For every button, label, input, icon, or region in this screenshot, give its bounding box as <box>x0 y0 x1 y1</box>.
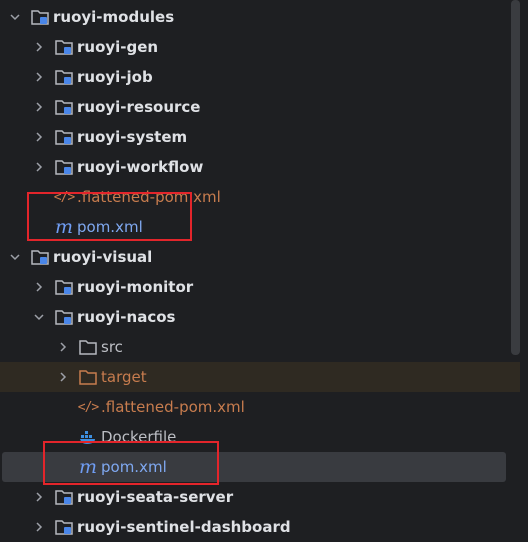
tree-node-label: Dockerfile <box>101 428 177 446</box>
tree-node-label: ruoyi-workflow <box>77 158 204 176</box>
tree-node-ruoyi-nacos[interactable]: ruoyi-nacos <box>0 302 512 332</box>
module-folder-icon <box>54 127 74 147</box>
tree-node-ruoyi-resource[interactable]: ruoyi-resource <box>0 92 512 122</box>
tree-node-pom-xml[interactable]: m pom.xml <box>2 452 506 482</box>
module-folder-icon <box>54 517 74 537</box>
tree-node-label: ruoyi-seata-server <box>77 488 234 506</box>
tree-node-label: ruoyi-job <box>77 68 153 86</box>
chevron-right-icon[interactable] <box>30 98 48 116</box>
module-folder-icon <box>54 37 74 57</box>
tree-node-label: .flattened-pom.xml <box>77 188 221 206</box>
tree-node-label: ruoyi-resource <box>77 98 201 116</box>
tree-node-ruoyi-monitor[interactable]: ruoyi-monitor <box>0 272 512 302</box>
module-folder-icon <box>54 157 74 177</box>
maven-icon: m <box>54 216 74 238</box>
tree-node-ruoyi-system[interactable]: ruoyi-system <box>0 122 512 152</box>
chevron-right-icon[interactable] <box>30 128 48 146</box>
tree-node-flattened-pom[interactable]: </> .flattened-pom.xml <box>0 182 512 212</box>
tree-node-label: .flattened-pom.xml <box>101 398 245 416</box>
chevron-right-icon[interactable] <box>30 38 48 56</box>
chevron-right-icon[interactable] <box>30 518 48 536</box>
xml-file-icon: </> <box>53 189 76 205</box>
tree-node-label: ruoyi-gen <box>77 38 159 56</box>
tree-node-label: src <box>101 338 123 356</box>
module-folder-icon <box>54 307 74 327</box>
tree-node-flattened-pom[interactable]: </> .flattened-pom.xml <box>0 392 512 422</box>
chevron-down-icon[interactable] <box>30 308 48 326</box>
tree-node-target[interactable]: target <box>0 362 520 392</box>
tree-node-ruoyi-modules[interactable]: ruoyi-modules <box>0 2 512 32</box>
tree-node-ruoyi-gen[interactable]: ruoyi-gen <box>0 32 512 62</box>
module-folder-icon <box>54 487 74 507</box>
chevron-right-icon[interactable] <box>30 278 48 296</box>
tree-node-ruoyi-seata-server[interactable]: ruoyi-seata-server <box>0 482 512 512</box>
tree-node-label: ruoyi-modules <box>53 8 175 26</box>
tree-node-label: ruoyi-system <box>77 128 188 146</box>
maven-icon: m <box>78 456 98 478</box>
tree-node-label: ruoyi-sentinel-dashboard <box>77 518 291 536</box>
module-folder-icon <box>54 97 74 117</box>
module-folder-icon <box>30 7 50 27</box>
module-folder-icon <box>54 67 74 87</box>
tree-node-ruoyi-sentinel-dashboard[interactable]: ruoyi-sentinel-dashboard <box>0 512 512 542</box>
tree-node-src[interactable]: src <box>0 332 512 362</box>
vertical-scrollbar[interactable] <box>511 0 520 355</box>
xml-file-icon: </> <box>77 399 100 415</box>
project-tree: ruoyi-modules ruoyi-gen ruoyi-job ruoyi-… <box>0 0 528 541</box>
tree-node-ruoyi-job[interactable]: ruoyi-job <box>0 62 512 92</box>
chevron-right-icon[interactable] <box>30 488 48 506</box>
tree-node-label: target <box>101 368 147 386</box>
excluded-folder-icon <box>78 367 98 387</box>
tree-node-ruoyi-visual[interactable]: ruoyi-visual <box>0 242 512 272</box>
chevron-right-icon[interactable] <box>30 68 48 86</box>
chevron-down-icon[interactable] <box>6 8 24 26</box>
tree-node-label: ruoyi-monitor <box>77 278 194 296</box>
tree-node-label: ruoyi-nacos <box>77 308 176 326</box>
chevron-right-icon[interactable] <box>54 338 72 356</box>
tree-node-label: pom.xml <box>101 458 167 476</box>
tree-node-dockerfile[interactable]: Dockerfile <box>0 422 512 452</box>
module-folder-icon <box>30 247 50 267</box>
folder-icon <box>78 337 98 357</box>
tree-node-label: ruoyi-visual <box>53 248 153 266</box>
chevron-right-icon[interactable] <box>54 368 72 386</box>
module-folder-icon <box>54 277 74 297</box>
tree-node-pom-xml[interactable]: m pom.xml <box>0 212 512 242</box>
chevron-right-icon[interactable] <box>30 158 48 176</box>
tree-node-label: pom.xml <box>77 218 143 236</box>
docker-icon <box>78 427 98 447</box>
tree-node-ruoyi-workflow[interactable]: ruoyi-workflow <box>0 152 512 182</box>
chevron-down-icon[interactable] <box>6 248 24 266</box>
